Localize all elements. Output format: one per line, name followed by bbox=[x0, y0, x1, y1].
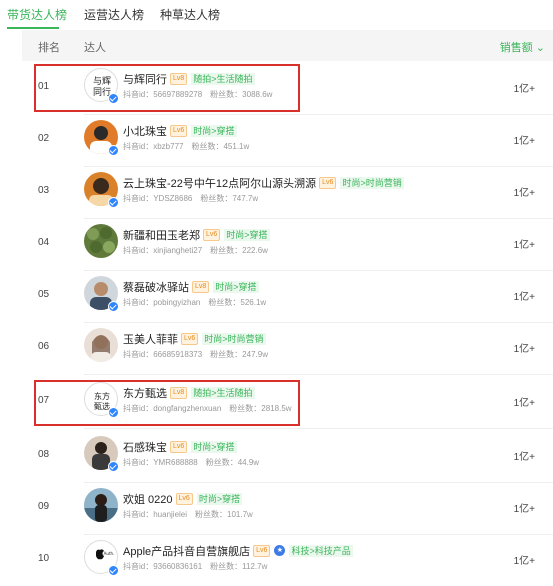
creator-name[interactable]: 蔡磊破冰驿站 bbox=[123, 282, 189, 294]
ranking-tabs: 带货达人榜 运营达人榜 种草达人榜 bbox=[0, 0, 553, 30]
rank-number: 05 bbox=[38, 289, 50, 300]
avatar[interactable] bbox=[84, 224, 118, 258]
sales-value: 1亿+ bbox=[513, 136, 535, 147]
douyin-id: 抖音id：huanjielei bbox=[123, 510, 188, 519]
table-row[interactable]: 09 欢姐 0220 Lv6 时尚>穿搭 抖音id：huanjielei 粉丝数：10… bbox=[22, 482, 553, 534]
category-tag: 时尚>时尚营销 bbox=[202, 332, 266, 345]
sales-value: 1亿+ bbox=[513, 504, 535, 515]
tab-operations-ranking[interactable]: 运营达人榜 bbox=[84, 6, 144, 23]
table-header: 排名 达人 销售额 ⌄ bbox=[22, 30, 553, 61]
level-badge: Lv6 bbox=[170, 440, 188, 453]
rank-number: 09 bbox=[38, 501, 50, 512]
level-badge: Lv6 bbox=[170, 124, 188, 137]
divider bbox=[84, 428, 553, 429]
rank-number: 08 bbox=[38, 449, 50, 460]
level-badge: Lv6 bbox=[253, 544, 271, 557]
tab-seeding-ranking[interactable]: 种草达人榜 bbox=[160, 6, 220, 23]
table-row[interactable]: 05 蔡磊破冰驿站 Lv8 时尚>穿搭 抖音id：pobingyizhan 粉丝数：5… bbox=[22, 270, 553, 322]
category-tag: 时尚>穿搭 bbox=[213, 280, 259, 293]
divider bbox=[84, 374, 553, 375]
sort-sales-button[interactable]: 销售额 ⌄ bbox=[500, 39, 545, 55]
sales-value: 1亿+ bbox=[513, 452, 535, 463]
category-tag: 时尚>穿搭 bbox=[196, 492, 243, 505]
creator-name[interactable]: 欢姐 0220 bbox=[123, 494, 173, 506]
fan-count: 粉丝数：222.6w bbox=[210, 246, 268, 255]
table-row[interactable]: 02 小北珠宝 Lv6 时尚>穿搭 抖音id：xbzb777 粉丝数：451.1w 1… bbox=[22, 114, 553, 166]
verified-icon bbox=[108, 301, 119, 312]
rank-number: 02 bbox=[38, 133, 50, 144]
fan-count: 粉丝数：44.9w bbox=[205, 458, 260, 467]
creator-name[interactable]: 玉美人菲菲 bbox=[123, 334, 178, 346]
category-tag: 科技>科技产品 bbox=[289, 544, 353, 557]
douyin-id: 抖音id：93660836161 bbox=[123, 562, 203, 571]
fan-count: 粉丝数：101.7w bbox=[195, 510, 253, 519]
sales-value: 1亿+ bbox=[513, 84, 535, 95]
category-tag: 时尚>穿搭 bbox=[224, 228, 270, 241]
table-row[interactable]: 03 云上珠宝-22号中午12点阿尔山源头溯源 Lv6 时尚>时尚营销 抖音id：Y… bbox=[22, 166, 553, 218]
douyin-id: 抖音id：66685918373 bbox=[123, 350, 203, 359]
table-row[interactable]: 06 玉美人菲菲 Lv6 时尚>时尚营销 抖音id：66685918373 粉丝数：2… bbox=[22, 322, 553, 374]
verified-icon bbox=[108, 565, 119, 576]
fan-count: 粉丝数：747.7w bbox=[200, 194, 259, 203]
douyin-id: 抖音id：xinjiangheti27 bbox=[123, 246, 203, 255]
column-creator: 达人 bbox=[84, 42, 106, 54]
rank-number: 03 bbox=[38, 185, 50, 196]
level-badge: Lv6 bbox=[175, 492, 193, 505]
rank-number: 10 bbox=[38, 553, 50, 564]
creator-name[interactable]: 小北珠宝 bbox=[123, 126, 167, 138]
creator-name[interactable]: 新疆和田玉老郑 bbox=[123, 230, 200, 242]
avatar[interactable] bbox=[84, 328, 118, 362]
level-badge: Lv6 bbox=[319, 176, 337, 189]
category-tag: 时尚>穿搭 bbox=[191, 124, 237, 137]
sales-value: 1亿+ bbox=[513, 344, 535, 355]
level-badge: Lv6 bbox=[203, 228, 221, 241]
svg-text:Auth.: Auth. bbox=[104, 551, 115, 556]
sales-value: 1亿+ bbox=[513, 292, 535, 303]
creator-name[interactable]: 云上珠宝-22号中午12点阿尔山源头溯源 bbox=[123, 178, 316, 190]
rank-number: 04 bbox=[38, 237, 50, 248]
fan-count: 粉丝数：112.7w bbox=[210, 562, 268, 571]
creator-name[interactable]: Apple产品抖音自营旗舰店 bbox=[123, 546, 250, 558]
avatar[interactable] bbox=[84, 488, 118, 522]
fan-count: 粉丝数：247.9w bbox=[210, 350, 268, 359]
table-row[interactable]: 04 新疆和田玉老郑 Lv6 时尚>穿搭 抖音id：xinjiangheti27 粉丝… bbox=[22, 218, 553, 270]
douyin-id: 抖音id：pobingyizhan bbox=[123, 298, 201, 307]
fan-count: 粉丝数：526.1w bbox=[208, 298, 267, 307]
sales-value: 1亿+ bbox=[513, 556, 535, 567]
level-badge: Lv8 bbox=[192, 280, 210, 293]
douyin-id: 抖音id：YDSZ8686 bbox=[123, 194, 193, 203]
sales-value: 1亿+ bbox=[513, 188, 535, 199]
level-badge: Lv6 bbox=[181, 332, 199, 345]
column-rank: 排名 bbox=[38, 42, 60, 54]
active-tab-indicator bbox=[7, 27, 59, 29]
verified-icon bbox=[108, 461, 119, 472]
verified-icon bbox=[108, 197, 119, 208]
category-tag: 时尚>时尚营销 bbox=[340, 176, 404, 189]
rank-number: 06 bbox=[38, 341, 50, 352]
creator-name[interactable]: 石感珠宝 bbox=[123, 442, 167, 454]
brand-badge-icon: ★ bbox=[274, 545, 286, 557]
douyin-id: 抖音id：xbzb777 bbox=[123, 142, 184, 151]
verified-icon bbox=[108, 145, 119, 156]
sales-value: 1亿+ bbox=[513, 398, 535, 409]
douyin-id: 抖音id：YMR688888 bbox=[123, 458, 198, 467]
tab-sales-ranking[interactable]: 带货达人榜 bbox=[7, 6, 67, 23]
table-row[interactable]: 08 石感珠宝 Lv6 时尚>穿搭 抖音id：YMR688888 粉丝数：44.9w … bbox=[22, 430, 553, 482]
category-tag: 时尚>穿搭 bbox=[191, 440, 237, 453]
sales-value: 1亿+ bbox=[513, 240, 535, 251]
highlight-box-row-7 bbox=[34, 380, 300, 426]
highlight-box-row-1 bbox=[34, 64, 300, 112]
fan-count: 粉丝数：451.1w bbox=[191, 142, 250, 151]
table-row[interactable]: 10 Auth. Apple产品抖音自营旗舰店 Lv6 ★ 科技>科技产品 抖音id：… bbox=[22, 534, 553, 586]
